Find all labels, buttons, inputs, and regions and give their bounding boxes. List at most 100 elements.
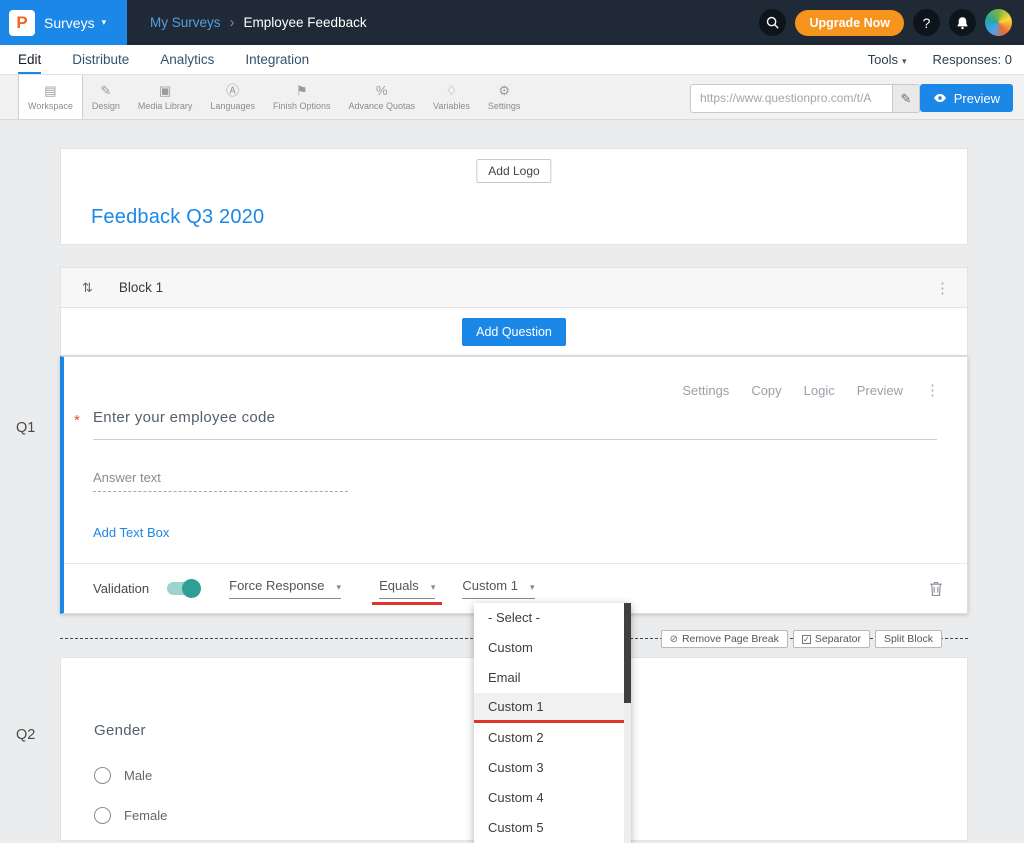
user-avatar[interactable] [985,9,1012,36]
toolbar-item-workspace[interactable]: ▤ Workspace [18,75,83,119]
answer-text-field[interactable]: Answer text [93,470,348,492]
question-title-field[interactable]: * Enter your employee code [93,409,937,440]
upgrade-now-button[interactable]: Upgrade Now [795,10,904,36]
collapse-block-icon[interactable]: ⇅ [82,280,93,296]
toolbar-item-advance-quotas[interactable]: % Advance Quotas [339,75,424,119]
toolbar-item-media-library[interactable]: ▣ Media Library [129,75,202,119]
pencil-icon: ✎ [901,91,912,107]
add-question-row: Add Question [60,308,968,356]
nav-right: Tools ▾ Responses: 0 [868,45,1024,74]
radio-button[interactable] [94,807,111,824]
menu-item-custom-2[interactable]: Custom 2 [474,723,631,753]
radio-option-male[interactable]: Male [94,767,152,784]
page-break-buttons: ⊘ Remove Page Break ✓ Separator Split Bl… [661,630,942,648]
question-settings-link[interactable]: Settings [682,383,729,398]
separator-checkbox-button[interactable]: ✓ Separator [793,630,870,648]
toolbar-label: Advance Quotas [348,101,415,111]
survey-url-field[interactable]: https://www.questionpro.com/t/A ✎ [690,84,920,113]
edit-url-button[interactable]: ✎ [892,85,919,112]
languages-icon: Ⓐ [226,83,239,98]
operand-value: Custom 1 [462,578,518,593]
search-button[interactable] [759,9,786,36]
q1-label: Q1 [16,420,35,436]
nav-tabs: Edit Distribute Analytics Integration [0,45,309,74]
toolbar-item-settings[interactable]: ⚙ Settings [479,75,530,119]
tools-menu[interactable]: Tools ▾ [868,52,907,67]
breadcrumb: My Surveys › Employee Feedback [150,14,367,31]
top-bar: P Surveys ▾ My Surveys › Employee Feedba… [0,0,1024,45]
menu-item-select[interactable]: - Select - [474,603,631,633]
menu-item-email[interactable]: Email [474,663,631,693]
toolbar-item-design[interactable]: ✎ Design [83,75,129,119]
tab-edit[interactable]: Edit [18,45,41,74]
tab-analytics[interactable]: Analytics [160,45,214,74]
toolbar-item-finish-options[interactable]: ⚑ Finish Options [264,75,340,119]
breadcrumb-current: Employee Feedback [244,15,367,30]
tab-distribute[interactable]: Distribute [72,45,129,74]
q2-label: Q2 [16,727,35,743]
menu-item-custom[interactable]: Custom [474,633,631,663]
chevron-down-icon: ▾ [902,56,907,66]
question-text[interactable]: Enter your employee code [93,409,275,426]
responses-count[interactable]: Responses: 0 [933,52,1013,67]
chevron-down-icon: ▾ [337,582,342,593]
search-icon [766,16,779,29]
remove-icon: ⊘ [670,634,678,645]
checkbox-checked-icon: ✓ [802,635,811,644]
menu-item-custom-1[interactable]: Custom 1 [474,693,631,723]
validation-label: Validation [93,581,149,596]
question-actions: Settings Copy Logic Preview ⋮ [682,381,941,399]
preview-button[interactable]: Preview [920,84,1013,112]
tab-integration[interactable]: Integration [245,45,309,74]
help-button[interactable]: ? [913,9,940,36]
menu-item-custom-4[interactable]: Custom 4 [474,783,631,813]
notifications-button[interactable] [949,9,976,36]
question-menu-icon[interactable]: ⋮ [925,381,941,399]
editor-toolbar: ▤ Workspace ✎ Design ▣ Media Library Ⓐ L… [0,75,1024,120]
radio-button[interactable] [94,767,111,784]
toolbar-item-languages[interactable]: Ⓐ Languages [201,75,264,119]
toolbar-label: Variables [433,101,470,111]
add-text-box-link[interactable]: Add Text Box [93,525,169,540]
question-mark-icon: ? [923,15,931,31]
variables-icon: ♢ [446,83,458,98]
force-response-dropdown[interactable]: Force Response ▾ [229,578,341,599]
operator-dropdown[interactable]: Equals ▾ [379,578,435,599]
remove-page-break-label: Remove Page Break [682,633,779,645]
eye-icon [933,93,947,103]
survey-header-card: Add Logo Feedback Q3 2020 [60,148,968,245]
menu-item-custom-5[interactable]: Custom 5 [474,813,631,843]
question-logic-link[interactable]: Logic [804,383,835,398]
toolbar-label: Workspace [28,101,73,111]
survey-title[interactable]: Feedback Q3 2020 [91,206,264,229]
question-preview-link[interactable]: Preview [857,383,903,398]
remove-page-break-button[interactable]: ⊘ Remove Page Break [661,630,788,648]
chevron-down-icon: ▾ [431,582,436,593]
split-block-button[interactable]: Split Block [875,630,942,648]
preview-label: Preview [954,91,1000,106]
block-name[interactable]: Block 1 [119,280,163,295]
product-label: Surveys [44,15,95,31]
block-header: ⇅ Block 1 ⋮ [60,267,968,308]
block-menu-icon[interactable]: ⋮ [935,279,951,297]
breadcrumb-my-surveys[interactable]: My Surveys [150,15,221,30]
toolbar-label: Languages [210,101,255,111]
advance-quotas-icon: % [376,83,388,98]
operand-dropdown[interactable]: Custom 1 ▾ [462,578,534,599]
add-logo-button[interactable]: Add Logo [476,159,551,183]
delete-validation-button[interactable] [929,581,943,597]
tools-label: Tools [868,52,898,67]
question-text[interactable]: Gender [94,722,146,739]
toolbar-item-variables[interactable]: ♢ Variables [424,75,479,119]
force-response-value: Force Response [229,578,324,593]
radio-label: Male [124,768,152,783]
menu-item-custom-3[interactable]: Custom 3 [474,753,631,783]
dropdown-scrollbar-thumb[interactable] [624,603,631,703]
surveys-menu[interactable]: P Surveys ▾ [0,0,127,45]
validation-toggle[interactable] [167,582,199,595]
question-copy-link[interactable]: Copy [751,383,781,398]
radio-option-female[interactable]: Female [94,807,167,824]
add-question-button[interactable]: Add Question [462,318,566,346]
chevron-down-icon: ▾ [530,582,535,593]
workspace-icon: ▤ [44,83,56,98]
